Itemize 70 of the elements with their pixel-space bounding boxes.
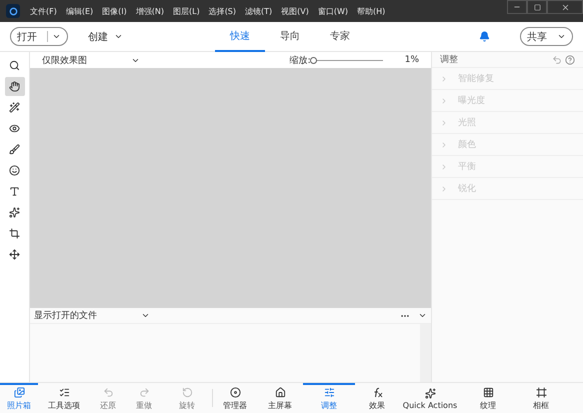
frame-icon: [536, 387, 546, 398]
sliders-icon: [324, 387, 334, 398]
mode-tab[interactable]: 导向: [265, 22, 315, 52]
app-logo-icon: [6, 4, 20, 18]
brush-icon: [9, 144, 20, 155]
panel-button[interactable]: 照片箱: [0, 383, 38, 413]
zoom-label: 缩放:: [290, 54, 311, 66]
bell-icon[interactable]: [479, 31, 490, 42]
menu-item[interactable]: 增强(N): [136, 6, 164, 16]
undo-icon: [102, 387, 114, 398]
smile-icon: [9, 165, 20, 176]
zoom-reading: 1%: [404, 55, 419, 65]
zoom-icon: [9, 60, 20, 71]
eye-icon: [9, 123, 20, 134]
menu-item[interactable]: 编辑(E): [66, 6, 94, 16]
photos-icon: [14, 387, 24, 398]
panel-button[interactable]: 相框: [515, 383, 567, 413]
menu-item[interactable]: 视图(V): [281, 6, 309, 16]
crop-icon: [9, 228, 20, 239]
panel-button[interactable]: 主屏幕: [257, 383, 303, 413]
chevron-down-icon: [114, 32, 123, 41]
move-icon: [9, 249, 20, 260]
sparkle-icon: [424, 388, 436, 399]
menu-item[interactable]: 文件(F): [30, 6, 57, 16]
chevron-down-icon: [52, 32, 61, 41]
close-button[interactable]: [547, 0, 583, 14]
panel-button[interactable]: 效果: [355, 383, 399, 413]
panel-title: 调整: [440, 54, 458, 66]
menu-item[interactable]: 选择(S): [208, 6, 236, 16]
chevron-right-icon: [440, 140, 448, 148]
home-icon: [274, 387, 286, 398]
chevron-icon[interactable]: [418, 311, 427, 320]
redo-icon: [138, 387, 150, 398]
menu-item[interactable]: 帮助(H): [357, 6, 386, 16]
panel-button[interactable]: 纹理: [461, 383, 515, 413]
chevron-right-icon: [440, 96, 448, 104]
hand-icon: [9, 81, 20, 92]
view-dropdown[interactable]: 仅限效果图: [42, 54, 140, 66]
wand-icon: [9, 102, 20, 113]
maximize-icon: [534, 4, 540, 10]
help-icon[interactable]: [565, 54, 575, 64]
chevron-right-icon: [440, 74, 448, 82]
chevron-right-icon: [440, 118, 448, 126]
menu-item[interactable]: 图像(I): [102, 6, 127, 16]
menu-item[interactable]: 窗口(W): [318, 6, 348, 16]
panel-button[interactable]: 管理器: [213, 383, 257, 413]
panel-button[interactable]: 调整: [303, 383, 355, 413]
fx-icon: [372, 387, 382, 398]
create-button[interactable]: 创建: [82, 28, 129, 44]
share-button[interactable]: 共享: [520, 27, 573, 46]
chevron-right-icon: [440, 184, 448, 192]
mode-tab[interactable]: 快速: [215, 22, 265, 52]
mode-tab[interactable]: 专家: [315, 22, 365, 52]
maximize-button[interactable]: [527, 0, 547, 14]
sparkle-icon: [9, 207, 20, 218]
panel-button[interactable]: 工具选项: [38, 383, 90, 413]
menu-item[interactable]: 图层(L): [172, 6, 200, 16]
close-icon: [560, 2, 570, 12]
menu-item[interactable]: 滤镜(T): [245, 6, 272, 16]
chevron-down-icon: [557, 32, 566, 41]
panel-button[interactable]: Quick Actions: [399, 383, 461, 413]
open-button[interactable]: 打开: [10, 27, 68, 46]
list-icon: [58, 387, 70, 398]
tool-button[interactable]: [4, 77, 24, 96]
chevron-right-icon: [440, 162, 448, 170]
rotate-icon: [182, 387, 192, 398]
chevron-down-icon: [141, 311, 150, 320]
text-icon: [9, 186, 20, 197]
disc-icon: [230, 387, 240, 398]
grid-icon: [482, 387, 494, 398]
